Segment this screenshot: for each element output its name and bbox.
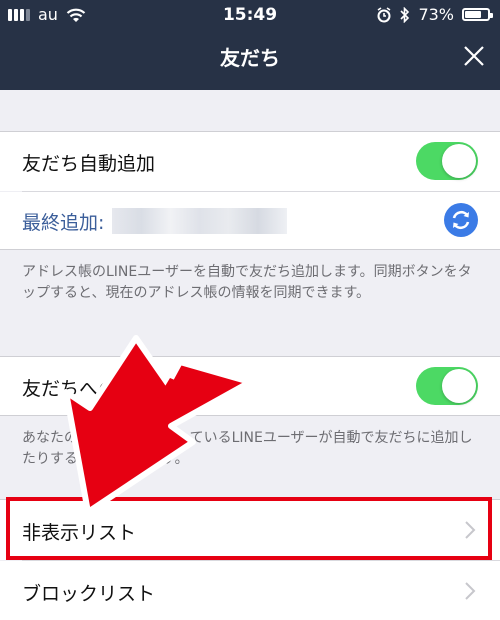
status-right: 73% xyxy=(376,5,493,24)
chevron-right-icon xyxy=(465,582,476,600)
blurred-timestamp xyxy=(112,208,287,234)
battery-percent: 73% xyxy=(418,5,454,24)
sync-icon xyxy=(452,210,470,230)
close-icon[interactable] xyxy=(462,44,486,68)
highlight-box xyxy=(6,497,492,560)
allow-add-toggle[interactable] xyxy=(416,367,478,405)
auto-add-label: 友だち自動追加 xyxy=(22,153,156,175)
app-header: au 15:49 73% 友だち xyxy=(0,0,500,90)
auto-add-toggle[interactable] xyxy=(416,142,478,180)
auto-add-note: アドレス帳のLINEユーザーを自動で友だち追加します。同期ボタンをタップすると、… xyxy=(22,264,472,301)
alarm-icon xyxy=(377,6,391,22)
section-divider xyxy=(0,415,500,416)
blocked-list-row[interactable]: ブロックリスト xyxy=(0,561,500,620)
allow-add-row: 友だちへの追加を許可 xyxy=(0,357,500,415)
blocked-list-label: ブロックリスト xyxy=(22,583,156,605)
page-title: 友だち xyxy=(220,46,280,70)
auto-add-row: 友だち自動追加 xyxy=(0,132,500,191)
allow-add-label: 友だちへの追加を許可 xyxy=(22,378,213,400)
status-bar: au 15:49 73% xyxy=(0,0,500,30)
allow-add-note: あなたの電話番号を保有しているLINEユーザーが自動で友だちに追加したりすること… xyxy=(22,430,473,467)
bluetooth-icon xyxy=(400,6,410,23)
last-added-label: 最終追加: xyxy=(22,212,105,234)
sync-button[interactable] xyxy=(444,203,478,237)
last-added-row: 最終追加: xyxy=(0,192,500,249)
section-divider xyxy=(0,249,500,250)
battery-icon xyxy=(462,8,493,21)
